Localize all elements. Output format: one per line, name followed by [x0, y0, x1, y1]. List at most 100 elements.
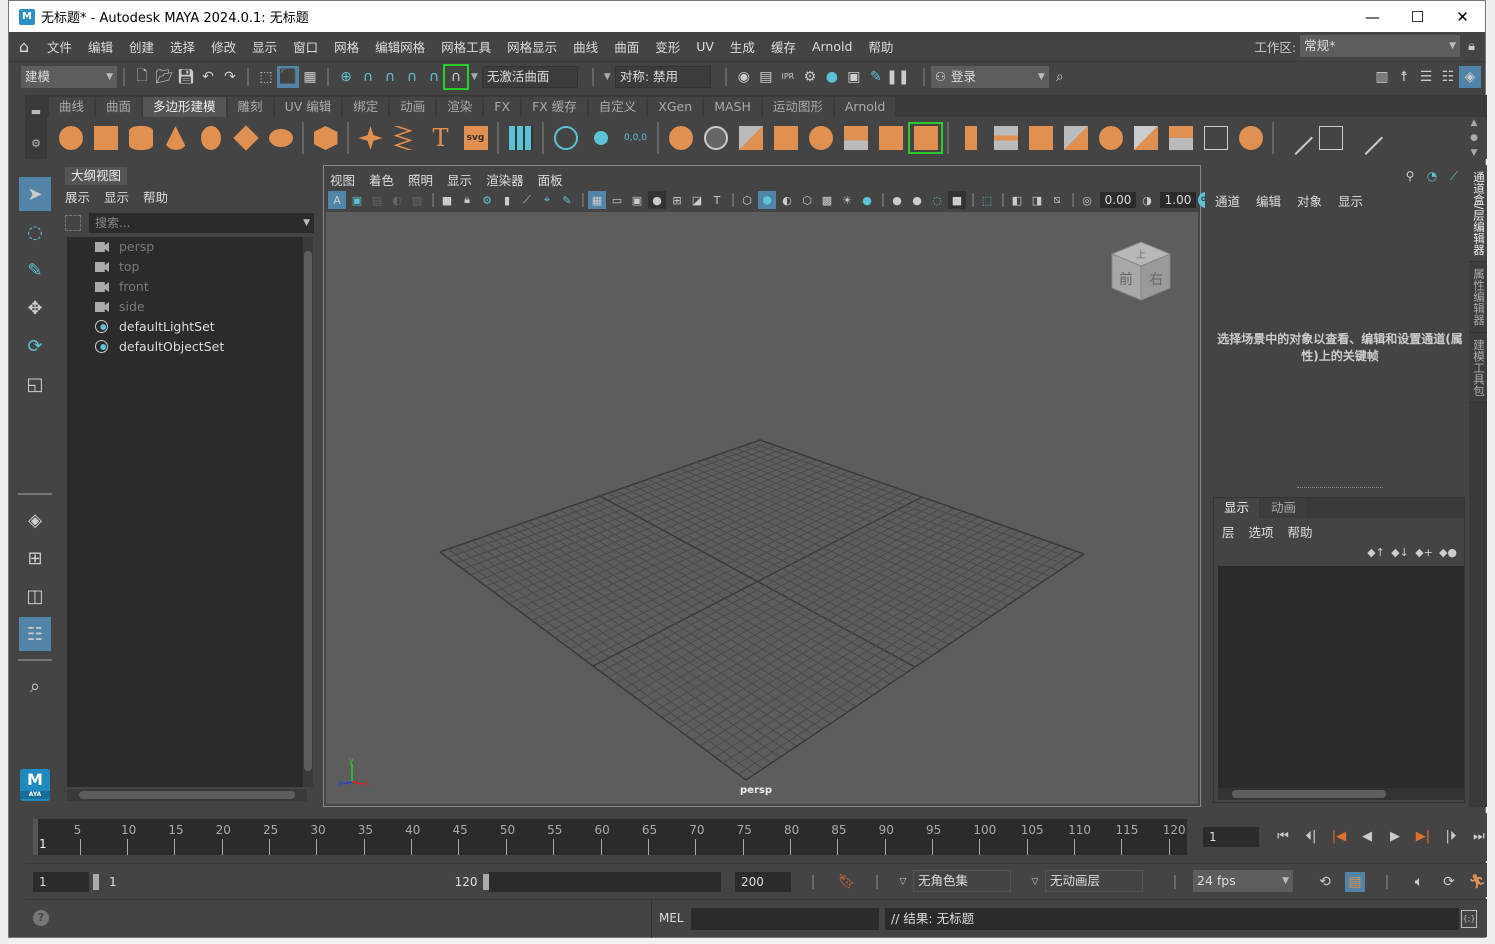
- extrude-icon[interactable]: [953, 122, 988, 154]
- outliner-item[interactable]: front: [67, 277, 305, 297]
- side-tab-modeling-toolkit[interactable]: 建模工具包: [1469, 332, 1487, 404]
- layer-menu-help[interactable]: 帮助: [1288, 522, 1313, 541]
- menu-select[interactable]: 选择: [162, 37, 203, 56]
- pivot-icon[interactable]: [548, 122, 583, 154]
- wireframe-on-shaded-icon[interactable]: ⬡: [798, 191, 816, 209]
- bookmark-camera-icon[interactable]: ▮: [498, 191, 516, 209]
- light-editor-icon[interactable]: ✎: [865, 66, 887, 88]
- playback-range-fill[interactable]: [93, 872, 489, 892]
- resolution-gate-icon[interactable]: ▣: [628, 191, 646, 209]
- speed-icon[interactable]: ◔: [1423, 169, 1441, 185]
- side-tab-channel-box[interactable]: 通道盒/层编辑器: [1469, 165, 1487, 263]
- grid-toggle-icon[interactable]: ▦: [588, 191, 606, 209]
- bookmark-add-icon[interactable]: 🔖︎: [837, 872, 857, 892]
- shelf-tab-fx-caching[interactable]: FX 缓存: [522, 97, 587, 117]
- ipr-render-icon[interactable]: IPR: [777, 66, 799, 88]
- camera-icon[interactable]: ■: [438, 191, 456, 209]
- current-time-marker[interactable]: [33, 819, 38, 855]
- scroll-thumb[interactable]: [79, 791, 295, 799]
- outliner-layout-icon[interactable]: ☷: [19, 617, 51, 651]
- shelf-tab-rigging[interactable]: 绑定: [343, 97, 389, 117]
- render-view-icon[interactable]: ◉: [733, 66, 755, 88]
- menuset-dropdown[interactable]: 建模: [21, 65, 117, 88]
- new-layer-icon[interactable]: ◆●: [1438, 546, 1458, 560]
- select-hierarchy-icon[interactable]: ⬚: [255, 66, 277, 88]
- shelf-tab-uv-editing[interactable]: UV 编辑: [274, 97, 342, 117]
- textured-icon[interactable]: ▩: [818, 191, 836, 209]
- smooth-shade-icon[interactable]: ⬢: [758, 191, 776, 209]
- render-settings-icon[interactable]: ⚙: [799, 66, 821, 88]
- shelf-tab-animation[interactable]: 动画: [390, 97, 436, 117]
- scroll-up-icon[interactable]: ▲: [1471, 118, 1478, 128]
- xray-icon[interactable]: ◧: [1008, 191, 1026, 209]
- scale-tool-icon[interactable]: ◱: [19, 367, 51, 401]
- menu-edit[interactable]: 编辑: [80, 37, 121, 56]
- shelf-tab-motion-graphics[interactable]: 运动图形: [762, 97, 833, 117]
- gate-mask-icon[interactable]: ●: [648, 191, 666, 209]
- lock-icon[interactable]: 🔒︎: [1468, 39, 1475, 54]
- append-to-poly-icon[interactable]: [1058, 122, 1093, 154]
- outliner-menu-display[interactable]: 显示: [104, 187, 129, 206]
- merge-icon[interactable]: [1128, 122, 1163, 154]
- image-plane-icon[interactable]: ◐: [388, 191, 406, 209]
- go-to-start-icon[interactable]: ⏮: [1269, 827, 1297, 847]
- menu-uv[interactable]: UV: [688, 39, 722, 54]
- animation-end-field[interactable]: 200: [735, 872, 791, 892]
- channel-menu-show[interactable]: 显示: [1338, 191, 1363, 210]
- channel-box-icon[interactable]: ◈: [1459, 65, 1481, 88]
- snap-curve-icon[interactable]: ∩: [357, 66, 379, 88]
- gamma-icon[interactable]: ◑: [1138, 191, 1156, 209]
- range-start-handle[interactable]: [93, 874, 99, 890]
- go-to-end-icon[interactable]: ⏭: [1465, 827, 1493, 847]
- character-set-dropdown[interactable]: 无角色集: [913, 870, 1011, 892]
- render-current-icon[interactable]: ▤: [755, 66, 777, 88]
- bridge-icon[interactable]: [988, 122, 1023, 154]
- menu-help[interactable]: 帮助: [860, 37, 901, 56]
- snap-point-icon[interactable]: ∩: [379, 66, 401, 88]
- separate-icon[interactable]: [698, 122, 733, 154]
- poke-icon[interactable]: [1198, 122, 1233, 154]
- live-surface-field[interactable]: 无激活曲面: [481, 65, 578, 88]
- poly-cone-icon[interactable]: [158, 122, 193, 154]
- shelf-tab-fx[interactable]: FX: [484, 97, 521, 117]
- login-dropdown[interactable]: ⚇ 登录: [930, 65, 1049, 88]
- select-object-icon[interactable]: ⬛: [277, 65, 299, 88]
- layer-tab-anim[interactable]: 动画: [1261, 498, 1307, 518]
- rotate-tool-icon[interactable]: ⟳: [19, 329, 51, 363]
- workspace-dropdown[interactable]: 常规*: [1300, 35, 1461, 57]
- menu-create[interactable]: 创建: [121, 37, 162, 56]
- outliner-item[interactable]: persp: [67, 237, 305, 257]
- gamma-field[interactable]: 1.00: [1160, 192, 1196, 208]
- shelf-settings-icon[interactable]: ⚙: [31, 137, 41, 150]
- script-language-toggle[interactable]: MEL: [659, 911, 684, 925]
- boolean-icon[interactable]: [803, 122, 838, 154]
- menu-surfaces[interactable]: 曲面: [606, 37, 647, 56]
- poly-torus-icon[interactable]: [193, 122, 228, 154]
- home-icon[interactable]: ⌂: [9, 37, 39, 56]
- play-forwards-icon[interactable]: ▶: [1381, 827, 1409, 847]
- search-help-icon[interactable]: ⌕: [1049, 66, 1071, 88]
- tool-settings-icon[interactable]: ☷: [1437, 66, 1459, 88]
- play-backwards-icon[interactable]: ◀: [1353, 827, 1381, 847]
- two-d-pan-icon[interactable]: ▨: [408, 191, 426, 209]
- move-tool-icon[interactable]: ✥: [19, 291, 51, 325]
- outliner-menu-help[interactable]: 帮助: [143, 187, 168, 206]
- insert-edge-loop-icon[interactable]: [1313, 122, 1348, 154]
- help-icon[interactable]: ?: [33, 910, 49, 926]
- camera-settings-icon[interactable]: ⚙: [478, 191, 496, 209]
- super-shape-icon[interactable]: [353, 122, 388, 154]
- undo-icon[interactable]: ↶: [197, 66, 219, 88]
- quad-draw-icon[interactable]: [1348, 121, 1383, 155]
- playback-range-slider[interactable]: 1 120: [93, 872, 721, 892]
- shelf-tab-arnold[interactable]: Arnold: [834, 97, 896, 117]
- loop-icon[interactable]: ⟲: [1315, 872, 1335, 892]
- freeze-history-icon[interactable]: [583, 122, 618, 154]
- menu-cache[interactable]: 缓存: [763, 37, 804, 56]
- close-button[interactable]: ✕: [1440, 1, 1485, 32]
- anim-preferences-icon[interactable]: ⟳: [1439, 872, 1459, 892]
- viewport-menu-view[interactable]: 视图: [330, 170, 355, 189]
- filter-icon[interactable]: [65, 215, 81, 231]
- shelf-tab-rendering[interactable]: 渲染: [437, 97, 483, 117]
- new-scene-icon[interactable]: 🗋: [131, 66, 153, 88]
- select-tool-icon[interactable]: ➤: [19, 177, 51, 211]
